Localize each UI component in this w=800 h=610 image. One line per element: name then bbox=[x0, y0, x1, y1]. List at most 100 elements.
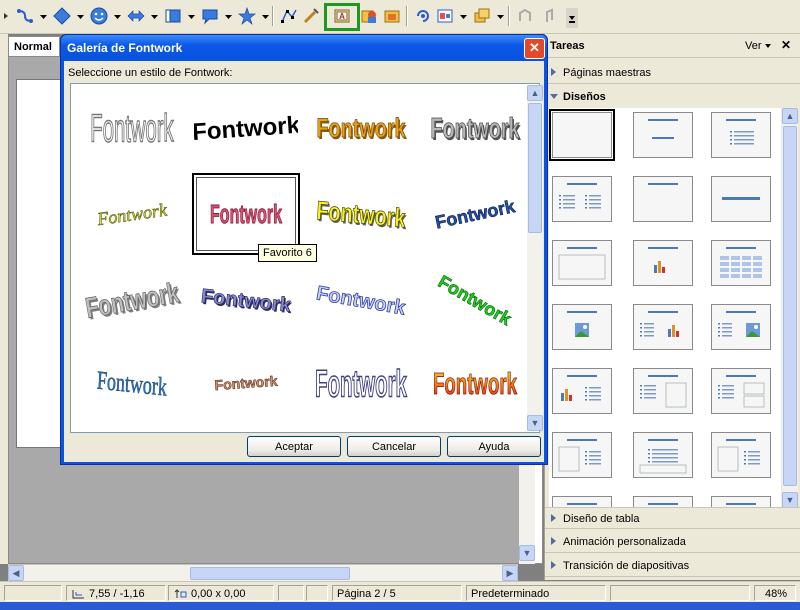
layout-title-image2[interactable] bbox=[711, 304, 771, 350]
alignment-icon[interactable] bbox=[434, 5, 456, 27]
slide-page[interactable] bbox=[16, 79, 64, 448]
section-layouts[interactable]: Diseños bbox=[545, 86, 800, 108]
fontwork-text: Fontwork bbox=[315, 361, 407, 405]
fontwork-style-1[interactable]: Fontwork bbox=[78, 87, 186, 169]
chevron-down-icon[interactable] bbox=[40, 11, 47, 19]
from-file-icon[interactable] bbox=[358, 5, 380, 27]
gallery-scroll-thumb[interactable] bbox=[528, 103, 542, 233]
toolbar-overflow-icon[interactable] bbox=[566, 8, 578, 28]
layout-title-list-chart[interactable] bbox=[633, 304, 693, 350]
fontwork-style-4[interactable]: Fontwork Fontwork bbox=[421, 87, 529, 169]
chevron-down-icon[interactable] bbox=[460, 11, 467, 19]
document-horizontal-scrollbar[interactable]: ◀ ▶ bbox=[8, 564, 518, 581]
arrange-icon[interactable] bbox=[471, 5, 493, 27]
ok-button[interactable]: Aceptar bbox=[247, 436, 341, 457]
chevron-down-icon[interactable] bbox=[114, 11, 121, 19]
points-icon[interactable] bbox=[278, 5, 300, 27]
fontwork-style-3[interactable]: Fontwork Fontwork bbox=[307, 87, 415, 169]
smiley-icon[interactable] bbox=[88, 5, 110, 27]
layout-title-list-box[interactable] bbox=[633, 368, 693, 414]
chevron-down-icon[interactable] bbox=[151, 11, 158, 19]
layout-title-2list[interactable] bbox=[552, 176, 612, 222]
section-custom-animation[interactable]: Animación personalizada bbox=[545, 531, 800, 553]
position-icon bbox=[72, 589, 85, 602]
glue-icon[interactable] bbox=[300, 5, 322, 27]
section-master-pages[interactable]: Páginas maestras bbox=[545, 62, 800, 84]
chevron-down-icon[interactable] bbox=[262, 11, 269, 19]
layouts-scrollbar[interactable]: ▲ ▼ bbox=[782, 108, 798, 508]
scroll-up-icon[interactable]: ▲ bbox=[782, 108, 798, 124]
fontwork-style-2[interactable]: Fontwork bbox=[192, 87, 300, 169]
fontwork-style-6[interactable]: Fontwork Fontwork bbox=[192, 173, 300, 255]
callout-icon[interactable] bbox=[199, 5, 221, 27]
fontwork-preview: FontworkFontwork bbox=[200, 285, 294, 318]
close-icon[interactable]: ✕ bbox=[781, 38, 791, 52]
fontwork-style-10[interactable]: Fontwork Fontwork bbox=[192, 259, 300, 341]
scroll-down-icon[interactable]: ▼ bbox=[782, 492, 798, 508]
help-button[interactable]: Ayuda bbox=[447, 436, 541, 457]
layout-title-list-wide[interactable] bbox=[633, 432, 693, 478]
close-icon[interactable]: ✕ bbox=[524, 38, 545, 59]
section-slide-transition[interactable]: Transición de diapositivas bbox=[545, 555, 800, 577]
expand-icon bbox=[551, 537, 556, 545]
fontwork-style-5[interactable]: Fontwork bbox=[78, 173, 186, 255]
layout-blank[interactable] bbox=[549, 109, 615, 161]
chevron-down-icon[interactable] bbox=[765, 44, 771, 48]
chevron-down-icon[interactable] bbox=[77, 11, 84, 19]
gallery-scrollbar[interactable]: ▲ ▼ bbox=[527, 85, 543, 431]
layout-title-only[interactable] bbox=[633, 176, 693, 222]
basic-shapes-icon[interactable] bbox=[51, 5, 73, 27]
section-table-design[interactable]: Diseño de tabla bbox=[545, 507, 800, 529]
layouts-scroll-thumb[interactable] bbox=[783, 126, 797, 486]
stars-icon[interactable] bbox=[236, 5, 258, 27]
fontwork-preview: Fontwork bbox=[434, 271, 516, 330]
layout-title-content[interactable] bbox=[633, 112, 693, 158]
chevron-down-icon[interactable] bbox=[225, 11, 232, 19]
block-arrows-icon[interactable] bbox=[125, 5, 147, 27]
layout-title-chart[interactable] bbox=[633, 240, 693, 286]
toolbar-separator bbox=[508, 6, 510, 26]
cancel-button[interactable]: Cancelar bbox=[347, 436, 441, 457]
fontwork-text: Fontwork bbox=[95, 199, 169, 229]
layout-title-list[interactable] bbox=[711, 112, 771, 158]
flowchart-icon[interactable] bbox=[162, 5, 184, 27]
fontwork-style-14[interactable]: Fontwork bbox=[192, 342, 300, 424]
fontwork-style-13[interactable]: Fontwork bbox=[78, 342, 186, 424]
fontwork-style-7[interactable]: Fontwork Fontwork bbox=[307, 173, 415, 255]
insert-image-icon[interactable] bbox=[381, 5, 403, 27]
fontwork-style-16[interactable]: Fontwork bbox=[421, 342, 529, 424]
section-label: Diseño de tabla bbox=[563, 513, 640, 525]
fontwork-style-9[interactable]: Fontwork Fontwork bbox=[78, 259, 186, 341]
layout-title-image[interactable] bbox=[552, 304, 612, 350]
connector-icon[interactable] bbox=[14, 5, 36, 27]
layout-title-content-split[interactable] bbox=[552, 432, 612, 478]
chevron-down-icon[interactable] bbox=[497, 11, 504, 19]
status-zoom[interactable]: 48% bbox=[754, 585, 796, 601]
scroll-down-icon[interactable]: ▼ bbox=[519, 545, 535, 561]
layout-title-list-box2[interactable] bbox=[711, 432, 771, 478]
scroll-up-icon[interactable]: ▲ bbox=[527, 85, 543, 101]
scroll-left-icon[interactable]: ◀ bbox=[8, 565, 24, 581]
fontwork-style-11[interactable]: Fontwork bbox=[307, 259, 415, 341]
layout-title-table[interactable] bbox=[711, 240, 771, 286]
chevron-down-icon[interactable] bbox=[188, 11, 195, 19]
extrusion-on-icon[interactable] bbox=[514, 5, 536, 27]
scroll-right-icon[interactable]: ▶ bbox=[502, 565, 518, 581]
fontwork-style-12[interactable]: Fontwork bbox=[421, 259, 529, 341]
fontwork-gallery-icon[interactable]: A bbox=[331, 5, 353, 27]
extrusion-icon[interactable] bbox=[540, 5, 562, 27]
fontwork-style-15[interactable]: Fontwork bbox=[307, 342, 415, 424]
scroll-down-icon[interactable]: ▼ bbox=[527, 415, 543, 431]
tab-normal[interactable]: Normal bbox=[8, 36, 60, 56]
layout-title-2box[interactable] bbox=[711, 368, 771, 414]
layout-centered-title[interactable] bbox=[711, 176, 771, 222]
layout-preview bbox=[639, 439, 687, 474]
layout-title-subtitle[interactable] bbox=[552, 240, 612, 286]
rotate-icon[interactable] bbox=[412, 5, 434, 27]
fontwork-style-8[interactable]: Fontwork bbox=[421, 173, 529, 255]
fontwork-text: Fontwork bbox=[430, 114, 519, 145]
tasks-view-menu[interactable]: Ver bbox=[745, 40, 762, 52]
toolbar-grip[interactable] bbox=[2, 5, 10, 27]
horizontal-scroll-thumb[interactable] bbox=[190, 567, 350, 580]
layout-title-chart-list[interactable] bbox=[552, 368, 612, 414]
